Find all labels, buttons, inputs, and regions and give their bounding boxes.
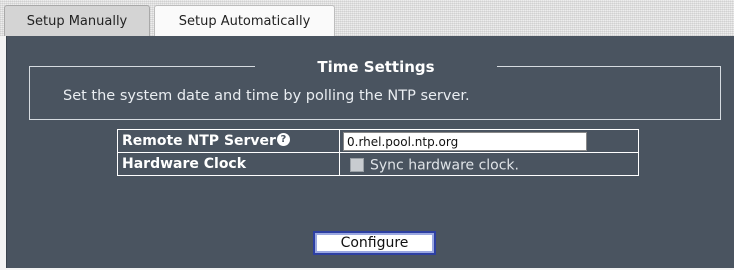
hardware-clock-value-cell: Sync hardware clock. <box>339 152 639 176</box>
tab-setup-manually[interactable]: Setup Manually <box>4 5 150 36</box>
ntp-server-label: Remote NTP Server <box>122 133 276 149</box>
settings-table: Remote NTP Server? Hardware Clock Sync h… <box>117 129 639 176</box>
configure-button[interactable]: Configure <box>313 231 436 255</box>
ntp-server-input[interactable] <box>343 132 587 151</box>
tab-strip: Setup Manually Setup Automatically <box>0 0 734 36</box>
settings-panel: Time Settings Set the system date and ti… <box>6 36 734 268</box>
section-title: Time Settings <box>255 56 497 78</box>
tab-label: Setup Automatically <box>178 13 311 29</box>
hardware-clock-label: Hardware Clock <box>122 156 247 172</box>
section-description: Set the system date and time by polling … <box>63 88 470 104</box>
help-icon[interactable]: ? <box>276 133 290 146</box>
tab-label: Setup Manually <box>26 13 128 29</box>
sync-hardware-clock-label[interactable]: Sync hardware clock. <box>370 157 519 173</box>
ntp-server-label-cell: Remote NTP Server? <box>117 129 340 153</box>
tab-setup-automatically[interactable]: Setup Automatically <box>154 5 335 36</box>
ntp-server-value-cell <box>339 129 639 153</box>
table-row: Hardware Clock Sync hardware clock. <box>117 152 639 176</box>
table-row: Remote NTP Server? <box>117 129 639 153</box>
hardware-clock-label-cell: Hardware Clock <box>117 152 340 176</box>
sync-hardware-clock-checkbox[interactable] <box>350 158 364 172</box>
